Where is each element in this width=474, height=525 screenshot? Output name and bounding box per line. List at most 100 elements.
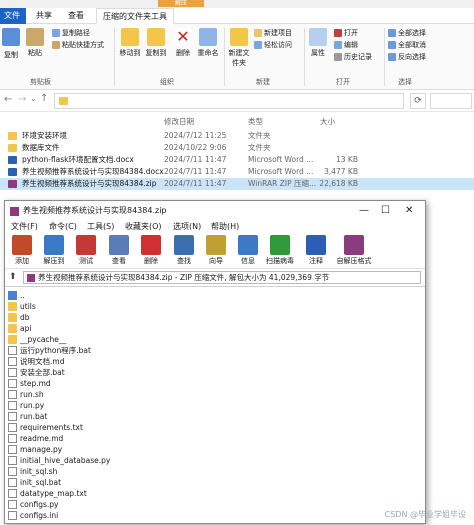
new-item-button[interactable]: 新建项目	[254, 28, 292, 39]
tab-file[interactable]: 文件	[0, 8, 26, 24]
sfx-icon	[344, 235, 364, 255]
comment-icon	[306, 235, 326, 255]
move-to-button[interactable]: 移动到	[118, 28, 142, 58]
open-label: 打开	[344, 29, 358, 37]
select-none-button[interactable]: 全部取消	[388, 40, 426, 51]
menu-item[interactable]: 命令(C)	[49, 221, 77, 233]
info-icon	[238, 235, 258, 255]
history-button[interactable]: 历史记录	[334, 52, 372, 63]
archive-item-name: ..	[20, 291, 25, 300]
view-icon	[109, 235, 129, 255]
recent-icon[interactable]: ⌄	[30, 94, 37, 103]
extract-tab[interactable]: 解压	[158, 0, 204, 7]
up-icon[interactable]: ↑	[40, 93, 48, 104]
file-icon	[8, 423, 17, 432]
copy-to-button[interactable]: 复制到	[144, 28, 168, 58]
paste-button[interactable]: 粘贴	[24, 28, 46, 58]
winrar-icon	[10, 207, 19, 216]
type-column-header[interactable]: 类型	[248, 116, 263, 127]
properties-button[interactable]: 属性	[308, 28, 328, 58]
file-row[interactable]: 环境安装环境 2024/7/12 11:25 文件夹	[0, 130, 474, 142]
refresh-icon[interactable]: ⟳	[410, 93, 426, 109]
virus-scan-button[interactable]: 扫描病毒	[265, 235, 295, 266]
select-all-button[interactable]: 全部选择	[388, 28, 426, 39]
copy-to-label: 复制到	[145, 49, 167, 57]
history-label: 历史记录	[344, 53, 372, 61]
copy-button[interactable]: 复制	[2, 50, 20, 60]
menu-item[interactable]: 帮助(H)	[211, 221, 239, 233]
easy-access-button[interactable]: 轻松访问	[254, 40, 292, 51]
properties-icon	[309, 28, 327, 46]
find-button[interactable]: 查找	[169, 235, 199, 266]
extract-to-button[interactable]: 解压到	[39, 235, 69, 266]
open-button[interactable]: 打开	[334, 28, 358, 39]
wizard-button[interactable]: 向导	[201, 235, 231, 266]
address-field[interactable]	[54, 93, 404, 109]
comment-button[interactable]: 注释	[301, 235, 331, 266]
delete-button[interactable]: ✕ 删除	[172, 28, 194, 58]
copy-path-button[interactable]: 复制路径	[52, 28, 90, 39]
menu-item[interactable]: 选项(N)	[173, 221, 201, 233]
delete-button[interactable]: 删除	[136, 235, 166, 266]
up-folder-icon[interactable]: ⬆	[9, 272, 17, 282]
parent-folder-icon	[8, 291, 17, 300]
easy-access-label: 轻松访问	[264, 41, 292, 49]
menu-item[interactable]: 工具(S)	[87, 221, 114, 233]
maximize-icon[interactable]: ☐	[381, 201, 390, 221]
pin-button[interactable]	[2, 28, 20, 48]
paste-shortcut-button[interactable]: 粘贴快捷方式	[52, 40, 104, 51]
back-icon[interactable]: ←	[4, 94, 12, 105]
tab-compressed-tools[interactable]: 压缩的文件夹工具	[96, 8, 174, 24]
archive-file-list: .. utils db api __pycache__ 运行python程序.bat 说明文…	[5, 287, 425, 525]
new-folder-button[interactable]: 新建文件夹	[228, 28, 250, 68]
file-row[interactable]: 养生视频推荐系统设计与实现84384.zip 2024/7/11 11:47 Win…	[0, 178, 474, 190]
menu-item[interactable]: 文件(F)	[11, 221, 38, 233]
file-row[interactable]: 数据库文件 2024/10/22 9:06 文件夹	[0, 142, 474, 154]
close-icon[interactable]: ✕	[405, 201, 413, 221]
sfx-button[interactable]: 自解压格式	[331, 235, 377, 266]
menu-item[interactable]: 收藏夹(O)	[125, 221, 162, 233]
info-button[interactable]: 信息	[233, 235, 263, 266]
select-all-label: 全部选择	[398, 29, 426, 37]
sfx-label: 自解压格式	[336, 257, 372, 265]
file-type: 文件夹	[248, 143, 271, 152]
select-none-icon	[388, 41, 396, 49]
tab-share[interactable]: 共享	[30, 8, 58, 24]
size-column-header[interactable]: 大小	[320, 116, 335, 127]
file-date: 2024/10/22 9:06	[164, 143, 227, 152]
add-button[interactable]: 添加	[7, 235, 37, 266]
file-icon	[8, 401, 17, 410]
edit-button[interactable]: 编辑	[334, 40, 358, 51]
easy-access-icon	[254, 41, 262, 49]
copy-path-icon	[52, 29, 60, 37]
open-group-label: 打开	[336, 78, 350, 86]
search-input[interactable]	[430, 93, 472, 109]
archive-item-name: utils	[20, 302, 36, 311]
test-button[interactable]: 测试	[71, 235, 101, 266]
delete-label: 删除	[176, 49, 190, 57]
delete-label: 删除	[144, 257, 158, 265]
file-row[interactable]: 养生视频推荐系统设计与实现84384.docx 2024/7/11 11:47 Mi…	[0, 166, 474, 178]
title-bar	[0, 0, 474, 8]
file-size: 22,618 KB	[319, 179, 358, 188]
date-column-header[interactable]: 修改日期	[164, 116, 194, 127]
path-field[interactable]: 养生视频推荐系统设计与实现84384.zip - ZIP 压缩文件, 解包大小为…	[23, 271, 421, 284]
invert-selection-label: 反向选择	[398, 53, 426, 61]
forward-icon[interactable]: →	[18, 94, 26, 105]
file-icon	[8, 445, 17, 454]
rename-button[interactable]: 重命名	[196, 28, 220, 58]
ribbon-tabs: 文件 共享 查看 压缩的文件夹工具	[0, 8, 474, 24]
extract-to-icon	[44, 235, 64, 255]
view-button[interactable]: 查看	[104, 235, 134, 266]
comment-label: 注释	[309, 257, 323, 265]
file-row[interactable]: python-flask环境配置文档.docx 2024/7/11 11:47 Mi…	[0, 154, 474, 166]
file-name: 养生视频推荐系统设计与实现84384.zip	[22, 179, 157, 188]
rename-icon	[199, 28, 217, 46]
minimize-icon[interactable]: —	[359, 201, 369, 221]
copy-label: 复制	[4, 51, 18, 59]
file-icon	[8, 511, 17, 520]
delete-icon	[141, 235, 161, 255]
paste-shortcut-icon	[52, 41, 60, 49]
invert-selection-button[interactable]: 反向选择	[388, 52, 426, 63]
tab-view[interactable]: 查看	[62, 8, 90, 24]
